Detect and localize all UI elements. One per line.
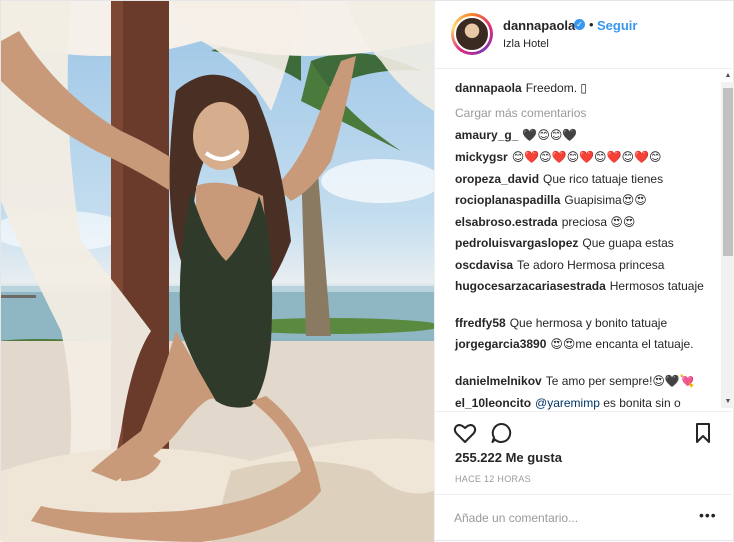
comment-username[interactable]: mickygsr bbox=[455, 150, 508, 164]
bookmark-icon[interactable] bbox=[691, 421, 715, 445]
post-header: dannapaola ✓ • Seguir Izla Hotel bbox=[435, 1, 734, 69]
comment-text: preciosa 😍😍 bbox=[561, 215, 636, 229]
list-item: ffredfy58 Que hermosa y bonito tatuaje bbox=[455, 315, 717, 331]
comment-username[interactable]: el_10leoncito bbox=[455, 396, 531, 410]
comment-text: Que guapa estas bbox=[582, 236, 674, 250]
scrollbar-thumb[interactable] bbox=[723, 88, 733, 256]
avatar-story-ring[interactable] bbox=[451, 13, 493, 55]
comment-username[interactable]: oropeza_david bbox=[455, 172, 539, 186]
comment-username[interactable]: danielmelnikov bbox=[455, 374, 542, 388]
follow-button[interactable]: Seguir bbox=[597, 18, 637, 33]
list-item: danielmelnikov Te amo per sempre!😍🖤💘 bbox=[455, 373, 717, 389]
comments-list[interactable]: dannapaola Freedom. ▯ Cargar más comentar… bbox=[435, 70, 734, 410]
post-actions bbox=[435, 411, 734, 451]
comment-username[interactable]: hugocesarzacariasestrada bbox=[455, 279, 606, 293]
scroll-up-icon[interactable]: ▲ bbox=[721, 70, 734, 82]
load-more-comments-link[interactable]: Cargar más comentarios bbox=[455, 106, 586, 120]
username-link[interactable]: dannapaola bbox=[503, 18, 575, 33]
list-item: hugocesarzacariasestrada Hermosos tatuaje bbox=[455, 278, 717, 294]
comment-username[interactable]: rocioplanaspadilla bbox=[455, 193, 560, 207]
caption: dannapaola Freedom. ▯ bbox=[455, 80, 717, 96]
list-item: jorgegarcia3890 😍😍me encanta el tatuaje. bbox=[455, 336, 717, 352]
photo-illustration bbox=[1, 1, 434, 542]
list-item: elsabroso.estrada preciosa 😍😍 bbox=[455, 214, 717, 230]
list-item: pedroluisvargaslopez Que guapa estas bbox=[455, 235, 717, 251]
comment-text: Que rico tatuaje tienes bbox=[543, 172, 664, 186]
comment-username[interactable]: pedroluisvargaslopez bbox=[455, 236, 578, 250]
heart-icon[interactable] bbox=[453, 421, 477, 445]
post-panel: dannapaola ✓ • Seguir Izla Hotel dannapa… bbox=[434, 1, 734, 542]
caption-text: Freedom. ▯ bbox=[525, 81, 587, 95]
post-photo[interactable] bbox=[1, 1, 434, 542]
list-item: mickygsr 😊❤️😊❤️😊❤️😊❤️😊❤️😊 bbox=[455, 149, 717, 165]
avatar[interactable] bbox=[454, 16, 490, 52]
comment-text: 😍😍me encanta el tatuaje. bbox=[550, 337, 694, 351]
comment-mention-link[interactable]: @yaremimp bbox=[535, 396, 600, 410]
scroll-down-icon[interactable]: ▼ bbox=[721, 396, 734, 408]
more-options-icon[interactable]: ••• bbox=[699, 507, 717, 523]
list-item: amaury_g_ 🖤😊😊🖤 bbox=[455, 127, 717, 143]
comment-text: Te amo per sempre!😍🖤💘 bbox=[545, 374, 695, 388]
comment-text: 😊❤️😊❤️😊❤️😊❤️😊❤️😊 bbox=[511, 150, 662, 164]
list-item: oscdavisa Te adoro Hermosa princesa bbox=[455, 257, 717, 273]
comment-text: Guapisima😍😍 bbox=[564, 193, 647, 207]
list-item: rocioplanaspadilla Guapisima😍😍 bbox=[455, 192, 717, 208]
comment-text: Que hermosa y bonito tatuaje bbox=[509, 316, 668, 330]
comment-input[interactable] bbox=[454, 509, 684, 527]
comment-username[interactable]: elsabroso.estrada bbox=[455, 215, 558, 229]
comment-text: es bonita sin o bbox=[603, 396, 681, 410]
comments-scrollbar[interactable]: ▲ ▼ bbox=[721, 72, 734, 408]
likes-count[interactable]: 255.222 Me gusta bbox=[455, 450, 562, 465]
list-item: el_10leoncito @yaremimp es bonita sin o bbox=[455, 395, 717, 410]
post-timestamp[interactable]: HACE 12 HORAS bbox=[455, 474, 531, 484]
location-link[interactable]: Izla Hotel bbox=[503, 38, 549, 50]
comment-text: 🖤😊😊🖤 bbox=[522, 128, 578, 142]
comment-text: Hermosos tatuaje bbox=[609, 279, 704, 293]
caption-username[interactable]: dannapaola bbox=[455, 81, 522, 95]
comment-text: Te adoro Hermosa princesa bbox=[517, 258, 665, 272]
comment-username[interactable]: amaury_g_ bbox=[455, 128, 518, 142]
comment-username[interactable]: ffredfy58 bbox=[455, 316, 506, 330]
add-comment-bar: ••• bbox=[435, 494, 734, 542]
list-item: oropeza_david Que rico tatuaje tienes bbox=[455, 171, 717, 187]
instagram-post-modal: dannapaola ✓ • Seguir Izla Hotel dannapa… bbox=[0, 0, 734, 542]
comment-username[interactable]: oscdavisa bbox=[455, 258, 513, 272]
comment-username[interactable]: jorgegarcia3890 bbox=[455, 337, 546, 351]
separator-dot: • bbox=[589, 17, 594, 32]
comment-icon[interactable] bbox=[490, 421, 514, 445]
verified-badge-icon: ✓ bbox=[574, 19, 585, 30]
